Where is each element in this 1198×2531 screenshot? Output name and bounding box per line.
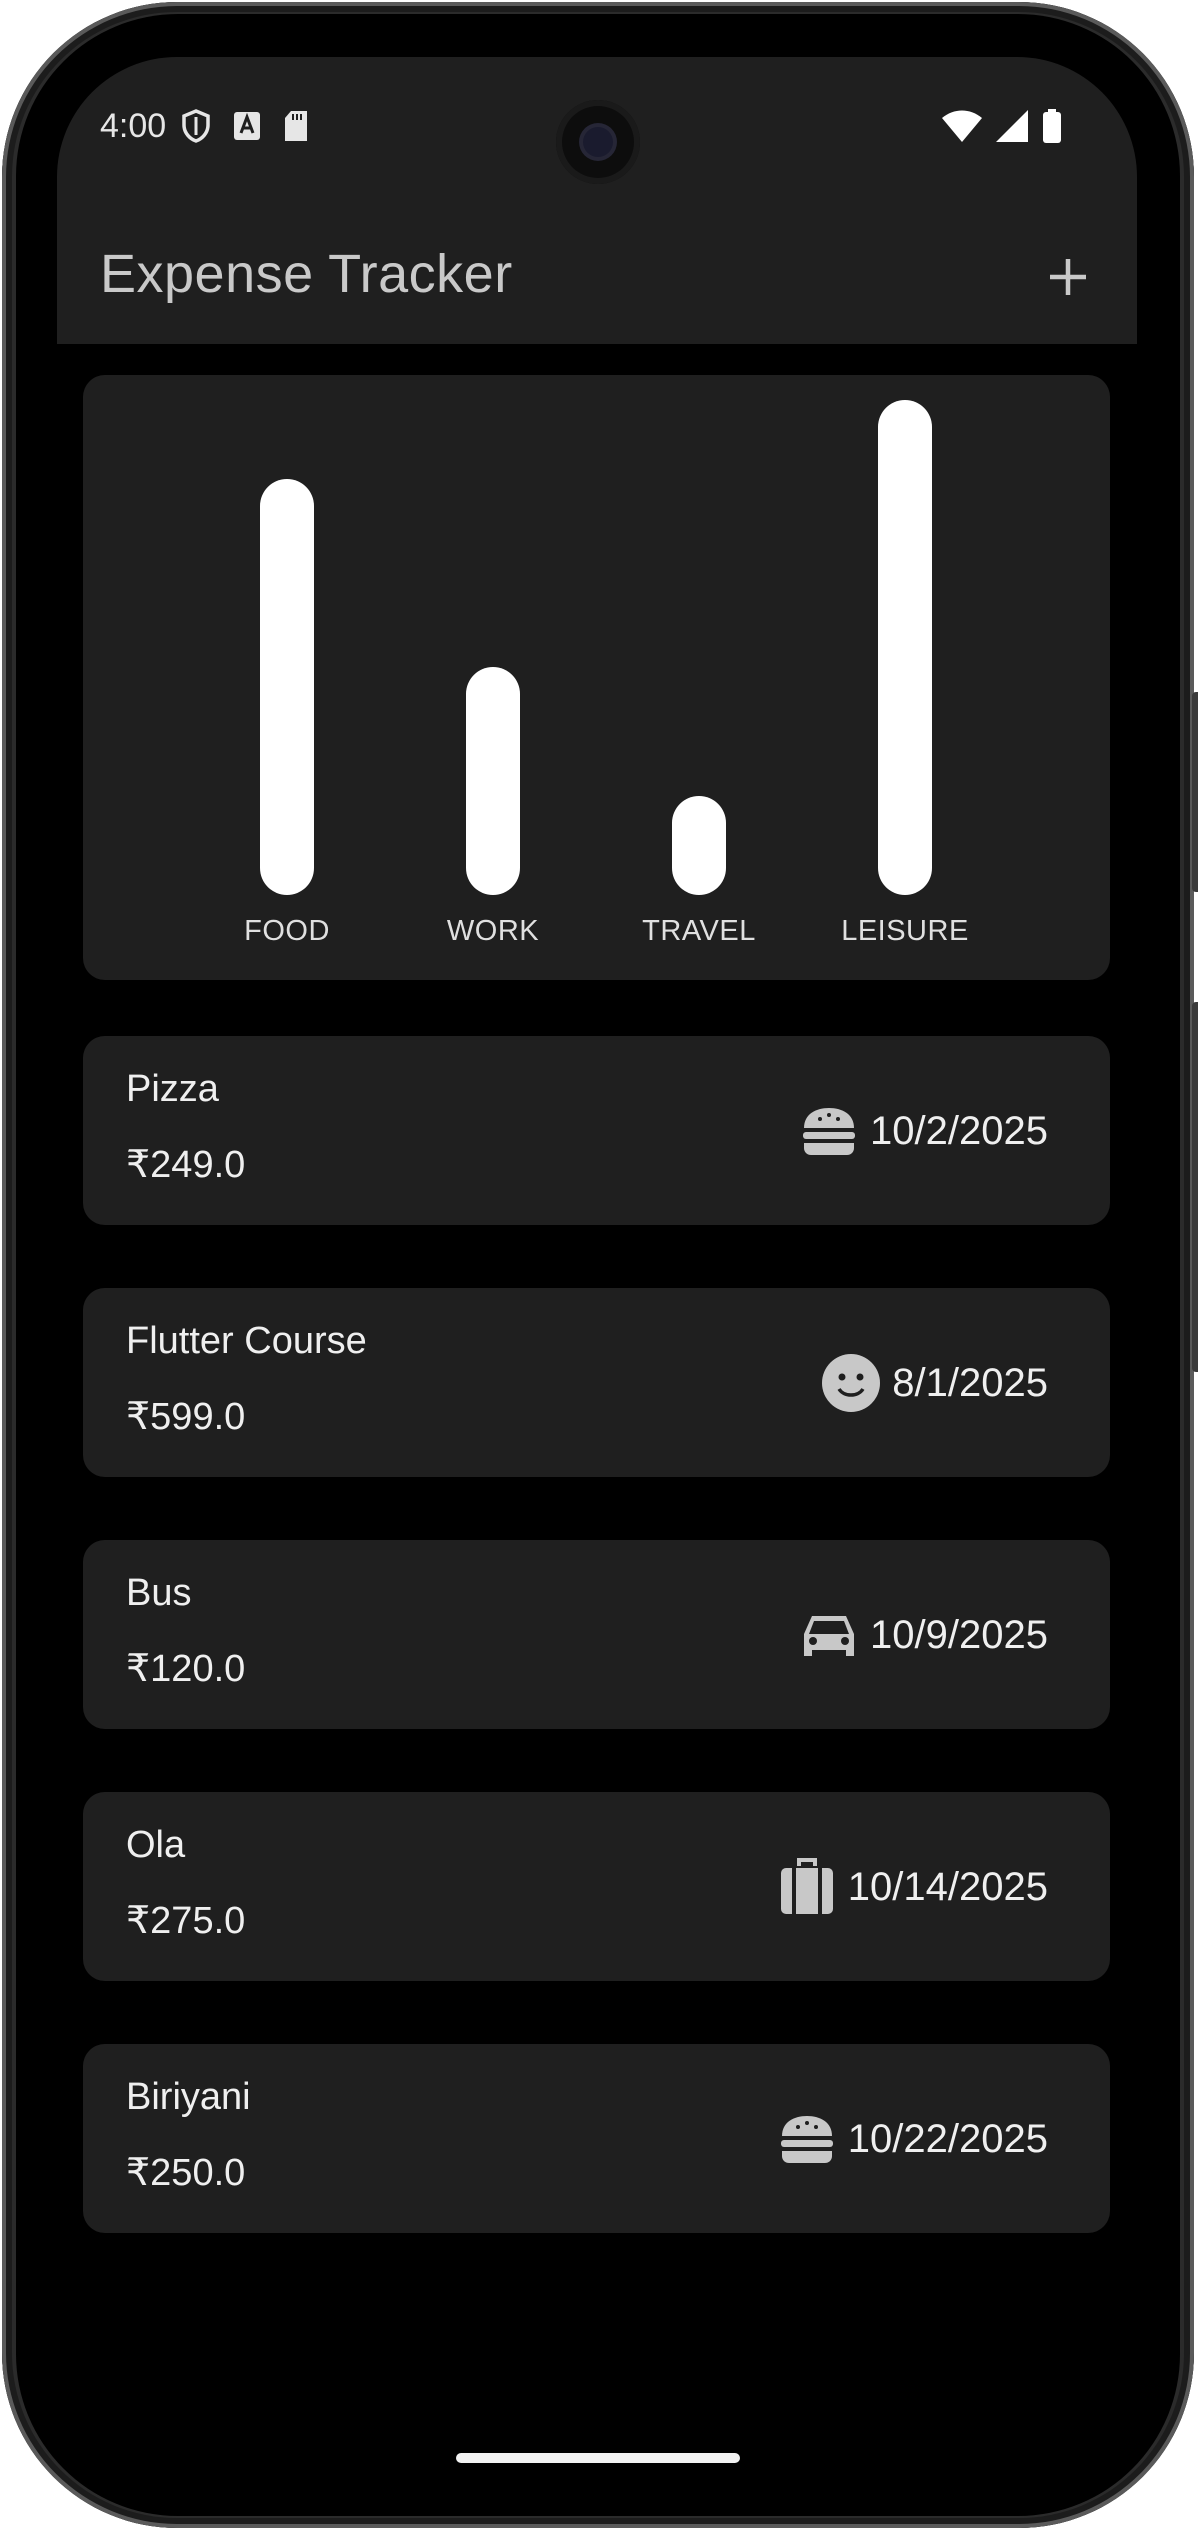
expense-amount: ₹275.0 — [126, 1900, 246, 1942]
screen: 4:00 Expense Tracker FOOD WORK TRAVEL LE… — [57, 57, 1137, 2477]
expense-title: Flutter Course — [126, 1320, 367, 1362]
expense-date: 10/22/2025 — [847, 2116, 1048, 2161]
chart-label-travel: TRAVEL — [642, 915, 756, 947]
expense-date: 10/14/2025 — [847, 1864, 1048, 1909]
expense-date: 10/2/2025 — [870, 1108, 1048, 1153]
expense-amount: ₹250.0 — [126, 2152, 246, 2194]
expense-amount: ₹599.0 — [126, 1396, 246, 1438]
text-a-icon — [234, 112, 260, 140]
burger-icon — [803, 1108, 856, 1155]
add-expense-button[interactable] — [1038, 247, 1098, 307]
expense-title: Biriyani — [126, 2076, 251, 2118]
chart-bar-travel — [672, 796, 726, 895]
smiley-icon — [822, 1354, 881, 1412]
volume-button — [1192, 692, 1198, 892]
expense-item-pizza[interactable]: Pizza ₹249.0 10/2/2025 — [83, 1036, 1110, 1225]
chart-bar-food — [260, 479, 314, 895]
burger-icon — [780, 2116, 833, 2163]
expense-amount: ₹120.0 — [126, 1648, 246, 1690]
expense-chart: FOOD WORK TRAVEL LEISURE — [83, 375, 1110, 980]
expense-meta: 10/22/2025 — [776, 2108, 1048, 2170]
expense-item-ola[interactable]: Ola ₹275.0 10/14/2025 — [83, 1792, 1110, 1981]
status-icons-right — [942, 109, 1062, 143]
luggage-icon — [780, 1858, 833, 1914]
expense-meta: 10/2/2025 — [798, 1100, 1048, 1162]
chart-bar-leisure — [878, 400, 932, 895]
shield-icon — [182, 109, 210, 143]
expense-item-flutter-course[interactable]: Flutter Course ₹599.0 8/1/2025 — [83, 1288, 1110, 1477]
battery-icon — [1043, 109, 1061, 143]
plus-icon — [1050, 259, 1086, 295]
expense-amount: ₹249.0 — [126, 1144, 246, 1186]
power-button — [1192, 1002, 1198, 1372]
expense-meta: 10/14/2025 — [776, 1856, 1048, 1918]
expense-date: 10/9/2025 — [870, 1612, 1048, 1657]
front-camera — [556, 100, 640, 184]
expense-title: Pizza — [126, 1068, 219, 1110]
cell-signal-icon — [996, 110, 1028, 142]
status-time: 4:00 — [100, 107, 167, 145]
status-icons-left — [181, 109, 309, 143]
chart-bar-work — [466, 667, 520, 895]
chart-label-work: WORK — [446, 915, 540, 947]
status-bar: 4:00 — [57, 57, 1137, 207]
sd-card-icon — [285, 111, 307, 141]
expense-date: 8/1/2025 — [892, 1360, 1048, 1405]
expense-meta: 8/1/2025 — [820, 1352, 1048, 1414]
home-indicator[interactable] — [456, 2453, 740, 2463]
expense-item-biriyani[interactable]: Biriyani ₹250.0 10/22/2025 — [83, 2044, 1110, 2233]
car-icon — [804, 1616, 855, 1656]
expense-meta: 10/9/2025 — [798, 1604, 1048, 1666]
expense-item-bus[interactable]: Bus ₹120.0 10/9/2025 — [83, 1540, 1110, 1729]
expense-title: Bus — [126, 1572, 192, 1614]
wifi-icon — [942, 110, 982, 142]
chart-label-food: FOOD — [244, 915, 330, 947]
page-title: Expense Tracker — [100, 244, 513, 304]
expense-title: Ola — [126, 1824, 186, 1866]
chart-label-leisure: LEISURE — [841, 915, 969, 947]
